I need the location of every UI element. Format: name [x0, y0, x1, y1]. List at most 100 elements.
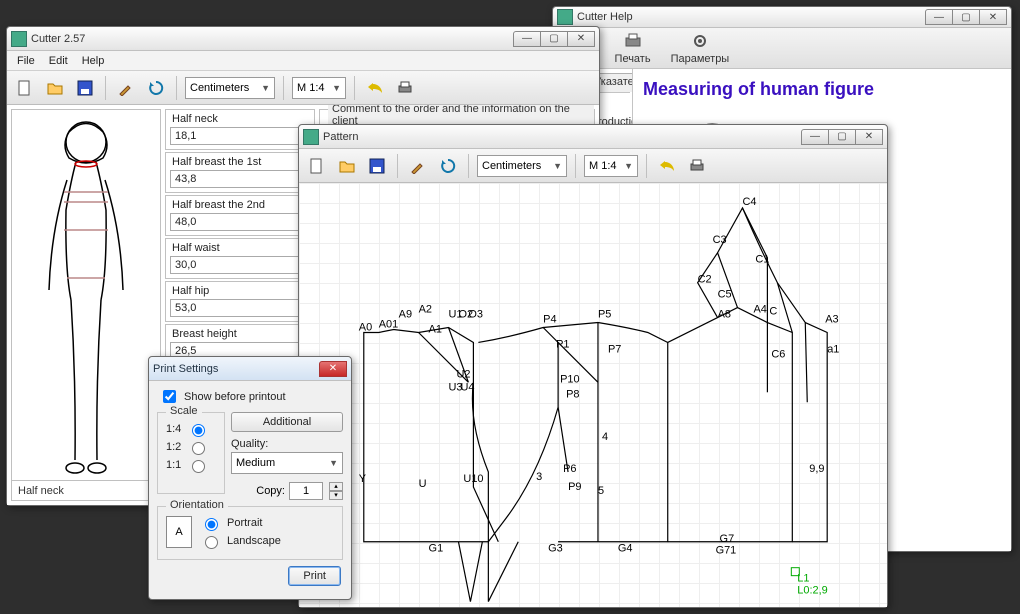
copy-count-input[interactable]: [289, 482, 323, 500]
svg-text:P10: P10: [560, 373, 580, 385]
open-button[interactable]: [335, 154, 359, 178]
save-button[interactable]: [365, 154, 389, 178]
print-titlebar[interactable]: Print Settings ✕: [149, 357, 351, 381]
svg-text:A01: A01: [379, 319, 399, 331]
copy-spinner[interactable]: ▴▾: [329, 482, 343, 500]
print-button[interactable]: Print: [288, 566, 341, 586]
svg-text:G4: G4: [618, 543, 633, 555]
print-icon: [623, 31, 643, 51]
print-button[interactable]: [393, 76, 417, 100]
undo-button[interactable]: [655, 154, 679, 178]
svg-text:A2: A2: [419, 304, 432, 316]
svg-text:3: 3: [536, 471, 542, 483]
cutter-menubar: File Edit Help: [7, 51, 599, 71]
svg-text:A8: A8: [718, 309, 731, 321]
svg-text:U4: U4: [460, 381, 474, 393]
quality-combo[interactable]: Medium▼: [231, 452, 343, 474]
scale-12-radio[interactable]: 1:2: [166, 439, 216, 455]
refresh-button[interactable]: [436, 154, 460, 178]
pattern-titlebar[interactable]: Pattern — ▢ ✕: [299, 125, 887, 149]
gear-icon: [690, 31, 710, 51]
svg-text:O3: O3: [468, 309, 483, 321]
scale-14-radio[interactable]: 1:4: [166, 421, 216, 437]
svg-text:G1: G1: [429, 543, 444, 555]
svg-text:P7: P7: [608, 343, 621, 355]
open-button[interactable]: [43, 76, 67, 100]
menu-help[interactable]: Help: [76, 53, 111, 69]
help-heading: Measuring of human figure: [643, 79, 1001, 100]
orientation-group: Orientation A Portrait Landscape: [157, 506, 343, 560]
close-button[interactable]: ✕: [319, 361, 347, 377]
help-print-button[interactable]: Печать: [615, 31, 651, 65]
measure-row: Half breast the 1st43,8: [165, 152, 315, 193]
svg-text:A4: A4: [753, 304, 766, 316]
refresh-button[interactable]: [144, 76, 168, 100]
svg-text:C: C: [769, 306, 777, 318]
svg-text:C4: C4: [742, 196, 756, 208]
scale-group: Scale 1:4 1:2 1:1: [157, 412, 225, 494]
svg-text:U: U: [419, 478, 427, 490]
minimize-button[interactable]: —: [925, 9, 953, 25]
svg-text:L0:2,9: L0:2,9: [797, 585, 827, 597]
maximize-button[interactable]: ▢: [828, 129, 856, 145]
svg-text:C3: C3: [713, 234, 727, 246]
pattern-title: Pattern: [323, 131, 802, 143]
measure-input[interactable]: 18,1: [170, 127, 310, 145]
svg-text:G7: G7: [720, 533, 735, 545]
help-toolbar: Назад Печать Параметры: [553, 28, 1011, 69]
help-title: Cutter Help: [577, 11, 926, 23]
svg-text:C2: C2: [698, 274, 712, 286]
measure-row: Half hip53,0: [165, 281, 315, 322]
svg-text:U10: U10: [463, 473, 483, 485]
svg-text:5: 5: [598, 485, 604, 497]
cutter-titlebar[interactable]: Cutter 2.57 — ▢ ✕: [7, 27, 599, 51]
additional-button[interactable]: Additional: [231, 412, 343, 432]
new-button[interactable]: [13, 76, 37, 100]
svg-text:C5: C5: [718, 289, 732, 301]
close-button[interactable]: ✕: [567, 31, 595, 47]
menu-file[interactable]: File: [11, 53, 41, 69]
scale-combo[interactable]: M 1:4▼: [292, 77, 346, 99]
undo-button[interactable]: [363, 76, 387, 100]
quality-label: Quality:: [231, 438, 343, 450]
maximize-button[interactable]: ▢: [540, 31, 568, 47]
cutter-app-icon: [11, 31, 27, 47]
units-combo[interactable]: Centimeters▼: [185, 77, 275, 99]
show-before-printout-checkbox[interactable]: Show before printout: [159, 387, 341, 406]
svg-text:A9: A9: [399, 309, 412, 321]
svg-text:A3: A3: [825, 314, 838, 326]
close-button[interactable]: ✕: [979, 9, 1007, 25]
measure-input[interactable]: 30,0: [170, 256, 310, 274]
svg-text:A0: A0: [359, 321, 372, 333]
svg-text:P8: P8: [566, 388, 579, 400]
brush-button[interactable]: [406, 154, 430, 178]
cutter-toolbar: Centimeters▼ M 1:4▼: [7, 71, 599, 105]
measure-input[interactable]: 48,0: [170, 213, 310, 231]
pattern-canvas[interactable]: A0 A01 A9 A2 A1 U1 O2 O3 U2 U3 U4 U10 P4…: [299, 183, 887, 607]
measure-input[interactable]: 53,0: [170, 299, 310, 317]
menu-edit[interactable]: Edit: [43, 53, 74, 69]
landscape-radio[interactable]: Landscape: [200, 533, 281, 549]
help-titlebar[interactable]: Cutter Help — ▢ ✕: [553, 7, 1011, 28]
new-button[interactable]: [305, 154, 329, 178]
minimize-button[interactable]: —: [801, 129, 829, 145]
save-button[interactable]: [73, 76, 97, 100]
svg-text:P4: P4: [543, 314, 556, 326]
close-button[interactable]: ✕: [855, 129, 883, 145]
units-combo[interactable]: Centimeters▼: [477, 155, 567, 177]
svg-text:P1: P1: [556, 338, 569, 350]
scale-11-radio[interactable]: 1:1: [166, 457, 216, 473]
minimize-button[interactable]: —: [513, 31, 541, 47]
figure-caption: Half neck: [12, 480, 160, 501]
brush-button[interactable]: [114, 76, 138, 100]
portrait-radio[interactable]: Portrait: [200, 515, 281, 531]
orientation-preview-icon: A: [166, 516, 192, 548]
measure-row: Half neck18,1: [165, 109, 315, 150]
measure-input[interactable]: 43,8: [170, 170, 310, 188]
pattern-toolbar: Centimeters▼ M 1:4▼: [299, 149, 887, 183]
measure-row: Half breast the 2nd48,0: [165, 195, 315, 236]
help-options-button[interactable]: Параметры: [671, 31, 730, 65]
print-button[interactable]: [685, 154, 709, 178]
scale-combo[interactable]: M 1:4▼: [584, 155, 638, 177]
maximize-button[interactable]: ▢: [952, 9, 980, 25]
